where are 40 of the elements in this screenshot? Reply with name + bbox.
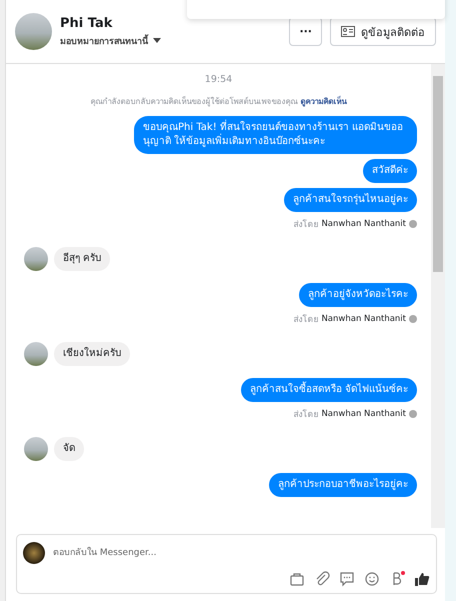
avatar bbox=[24, 342, 48, 366]
sent-by-label: ส่งโดย bbox=[293, 218, 318, 231]
scrollbar[interactable] bbox=[431, 64, 445, 528]
emoji-icon[interactable] bbox=[364, 571, 380, 587]
thumbs-up-icon[interactable] bbox=[414, 571, 430, 587]
help-icon bbox=[409, 410, 417, 418]
outgoing-message: ลูกค้าสนใจซื้อสดหรือ จัดไฟแน้นซ์คะ bbox=[240, 378, 417, 402]
incoming-message: เชียงใหม่ครับ bbox=[54, 342, 130, 366]
outgoing-message: ขอบคุณPhi Tak! ที่สนใจรถยนต์ของทางร้านเรา แอดมินขออนุญาติ ให้ข้อมูลเพิ่มเติมทางอินบ๊อกซ์นะคะ bbox=[134, 116, 417, 154]
avatar bbox=[24, 437, 48, 461]
incoming-message: อีสุๆ ครับ bbox=[54, 247, 110, 271]
bag-icon[interactable] bbox=[289, 571, 305, 587]
avatar bbox=[15, 13, 52, 50]
outgoing-message: ลูกค้าประกอบอาชีพอะไรอยู่คะ bbox=[269, 473, 417, 497]
outgoing-message: สวัสดีค่ะ bbox=[363, 159, 417, 183]
timestamp: 19:54 bbox=[204, 74, 234, 85]
contact-card-icon bbox=[341, 26, 355, 37]
help-icon bbox=[409, 315, 417, 323]
avatar bbox=[24, 247, 48, 271]
sender-name: Nanwhan Nanthanit bbox=[321, 314, 406, 324]
paperclip-icon[interactable] bbox=[314, 571, 330, 587]
more-button[interactable]: ··· bbox=[289, 17, 322, 46]
outgoing-message: ลูกค้าอยู่จังหวัดอะไรคะ bbox=[299, 283, 417, 307]
page-avatar bbox=[23, 542, 45, 564]
speech-bubble-icon[interactable] bbox=[339, 571, 355, 587]
caret-icon bbox=[153, 38, 161, 43]
help-icon bbox=[409, 220, 417, 228]
sent-by-label: ส่งโดย bbox=[293, 408, 318, 421]
sent-by-label: ส่งโดย bbox=[293, 313, 318, 326]
view-comment-link[interactable]: ดูความคิดเห็น bbox=[300, 97, 346, 106]
contact-name: Phi Tak bbox=[60, 16, 114, 30]
reply-notice: คุณกำลังตอบกลับความคิดเห็นของผู้ใช้ต่อโพสต์บนเพจของคุณ ดูความคิดเห็น bbox=[90, 95, 348, 108]
assign-dropdown[interactable]: มอบหมายการสนทนานี้ bbox=[60, 34, 161, 48]
sender-name: Nanwhan Nanthanit bbox=[321, 219, 406, 229]
contact-info-button[interactable]: ดูข้อมูลติดต่อ bbox=[330, 17, 436, 46]
outgoing-message: ลูกค้าสนใจรถรุ่นไหนอยู่คะ bbox=[284, 188, 417, 212]
scrollbar-thumb[interactable] bbox=[433, 76, 443, 272]
incoming-message: จัด bbox=[54, 437, 84, 461]
sender-name: Nanwhan Nanthanit bbox=[321, 409, 406, 419]
reply-composer[interactable]: ตอบกลับใน Messenger... bbox=[16, 534, 437, 594]
